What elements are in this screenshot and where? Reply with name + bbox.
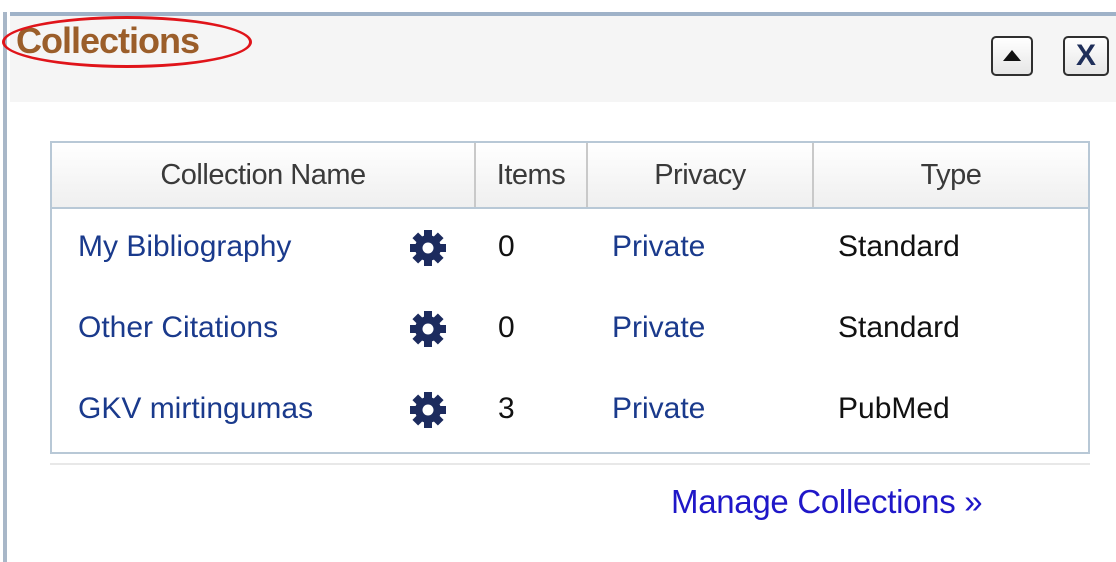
- gear-icon[interactable]: [408, 309, 448, 349]
- privacy-link[interactable]: Private: [612, 369, 705, 449]
- collection-name-link[interactable]: Other Citations: [78, 288, 278, 368]
- column-header-type[interactable]: Type: [812, 143, 1088, 207]
- table-header: Collection Name Items Privacy Type: [52, 143, 1088, 209]
- gear-icon[interactable]: [408, 390, 448, 430]
- collapse-button[interactable]: [991, 36, 1033, 76]
- table-row: GKV mirtingumas 3 Private PubMed: [52, 369, 1088, 449]
- column-header-privacy[interactable]: Privacy: [586, 143, 812, 207]
- column-header-items[interactable]: Items: [474, 143, 586, 207]
- close-icon: X: [1075, 39, 1096, 72]
- collection-name-link[interactable]: My Bibliography: [78, 207, 291, 287]
- items-count: 0: [498, 311, 515, 344]
- manage-collections-link[interactable]: Manage Collections »: [671, 483, 983, 521]
- column-header-collection-name[interactable]: Collection Name: [52, 143, 474, 207]
- caret-up-icon: [1003, 49, 1021, 61]
- items-count: 0: [498, 230, 515, 263]
- privacy-link[interactable]: Private: [612, 207, 705, 287]
- footer-divider: [50, 463, 1090, 465]
- panel-title: Collections: [16, 20, 200, 61]
- type-value: Standard: [838, 230, 960, 263]
- privacy-link[interactable]: Private: [612, 288, 705, 368]
- table-row: My Bibliography 0 Private Standard: [52, 207, 1088, 287]
- type-value: Standard: [838, 311, 960, 344]
- panel-left-border: [0, 12, 10, 562]
- collection-name-link[interactable]: GKV mirtingumas: [78, 369, 313, 449]
- collections-table: Collection Name Items Privacy Type My Bi…: [50, 141, 1090, 454]
- gear-icon[interactable]: [408, 228, 448, 268]
- table-row: Other Citations 0 Private Standard: [52, 288, 1088, 368]
- items-count: 3: [498, 392, 515, 425]
- close-button[interactable]: X: [1063, 36, 1109, 76]
- collections-panel: Collections X Collection Name Items Priv…: [0, 0, 1116, 562]
- type-value: PubMed: [838, 392, 950, 425]
